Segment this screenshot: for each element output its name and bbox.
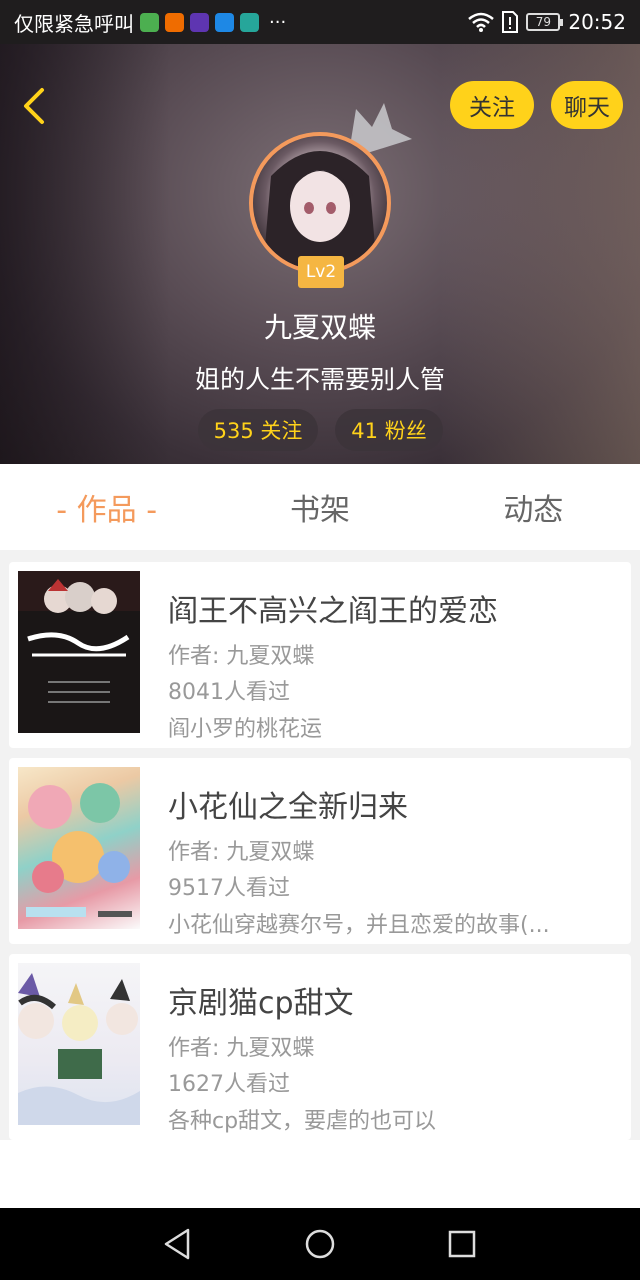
work-author: 作者: 九夏双蝶 <box>168 840 315 865</box>
work-description: 小花仙穿越赛尔号，并且恋爱的故事(... <box>168 913 550 938</box>
follow-button[interactable]: 关注 <box>450 81 534 129</box>
tab-bookshelf[interactable]: 书架 <box>213 464 426 550</box>
more-notifications: ··· <box>269 11 287 33</box>
avatar-image <box>263 151 377 270</box>
cover-art-image <box>18 973 140 1125</box>
status-bar: 仅限紧急呼叫 ··· 79 20:52 <box>0 0 640 44</box>
clock: 20:52 <box>568 10 626 34</box>
avatar[interactable] <box>249 132 391 274</box>
wifi-icon <box>468 12 495 32</box>
profile-header: 关注 聊天 Lv2 九夏双蝶 姐的人生不需要别人管 535 关注 41 粉丝 <box>0 44 640 464</box>
carrier-text: 仅限紧急呼叫 <box>14 11 134 36</box>
work-card[interactable]: 京剧猫cp甜文 作者: 九夏双蝶 1627人看过 各种cp甜文，要虐的也可以 <box>9 954 631 1140</box>
sim-alert-icon <box>502 11 519 33</box>
nav-home-icon[interactable] <box>302 1226 338 1262</box>
work-author: 作者: 九夏双蝶 <box>168 644 315 669</box>
battery-icon: 79 <box>526 13 564 31</box>
app-notification-icon <box>165 12 184 32</box>
work-description: 阎小罗的桃花运 <box>168 717 323 742</box>
following-count[interactable]: 535 关注 <box>198 409 318 451</box>
nav-recents-icon[interactable] <box>444 1226 480 1262</box>
app-notification-icon <box>190 12 209 32</box>
profile-tabs: - 作品 - 书架 动态 <box>0 464 640 550</box>
cover-art-image <box>18 571 140 703</box>
app-notification-icon <box>215 12 234 32</box>
level-badge: Lv2 <box>298 256 344 288</box>
cover-art-image <box>26 783 132 917</box>
tab-activity[interactable]: 动态 <box>427 464 640 550</box>
book-cover <box>18 767 140 929</box>
work-card[interactable]: 阎王不高兴之阎王的爱恋 作者: 九夏双蝶 8041人看过 阎小罗的桃花运 <box>9 562 631 748</box>
work-views: 9517人看过 <box>168 876 290 901</box>
list-footer-area <box>0 1140 640 1208</box>
back-button[interactable] <box>16 84 56 128</box>
user-signature: 姐的人生不需要别人管 <box>194 365 445 394</box>
book-cover <box>18 571 140 733</box>
chat-button[interactable]: 聊天 <box>551 81 623 129</box>
book-cover <box>18 963 140 1125</box>
app-notification-icon <box>240 12 259 32</box>
work-description: 各种cp甜文，要虐的也可以 <box>168 1109 437 1134</box>
chevron-left-icon <box>24 88 44 124</box>
work-views: 8041人看过 <box>168 680 290 705</box>
system-nav-bar <box>0 1208 640 1280</box>
work-views: 1627人看过 <box>168 1072 290 1097</box>
nav-back-icon[interactable] <box>160 1226 196 1262</box>
work-title: 小花仙之全新归来 <box>168 790 408 825</box>
fans-count[interactable]: 41 粉丝 <box>335 409 443 451</box>
work-card[interactable]: 小花仙之全新归来 作者: 九夏双蝶 9517人看过 小花仙穿越赛尔号，并且恋爱的… <box>9 758 631 944</box>
work-title: 京剧猫cp甜文 <box>168 986 354 1021</box>
tab-works[interactable]: - 作品 - <box>0 464 213 550</box>
app-notification-icon <box>140 12 159 32</box>
work-author: 作者: 九夏双蝶 <box>168 1036 315 1061</box>
username: 九夏双蝶 <box>263 311 376 344</box>
work-title: 阎王不高兴之阎王的爱恋 <box>168 594 498 629</box>
